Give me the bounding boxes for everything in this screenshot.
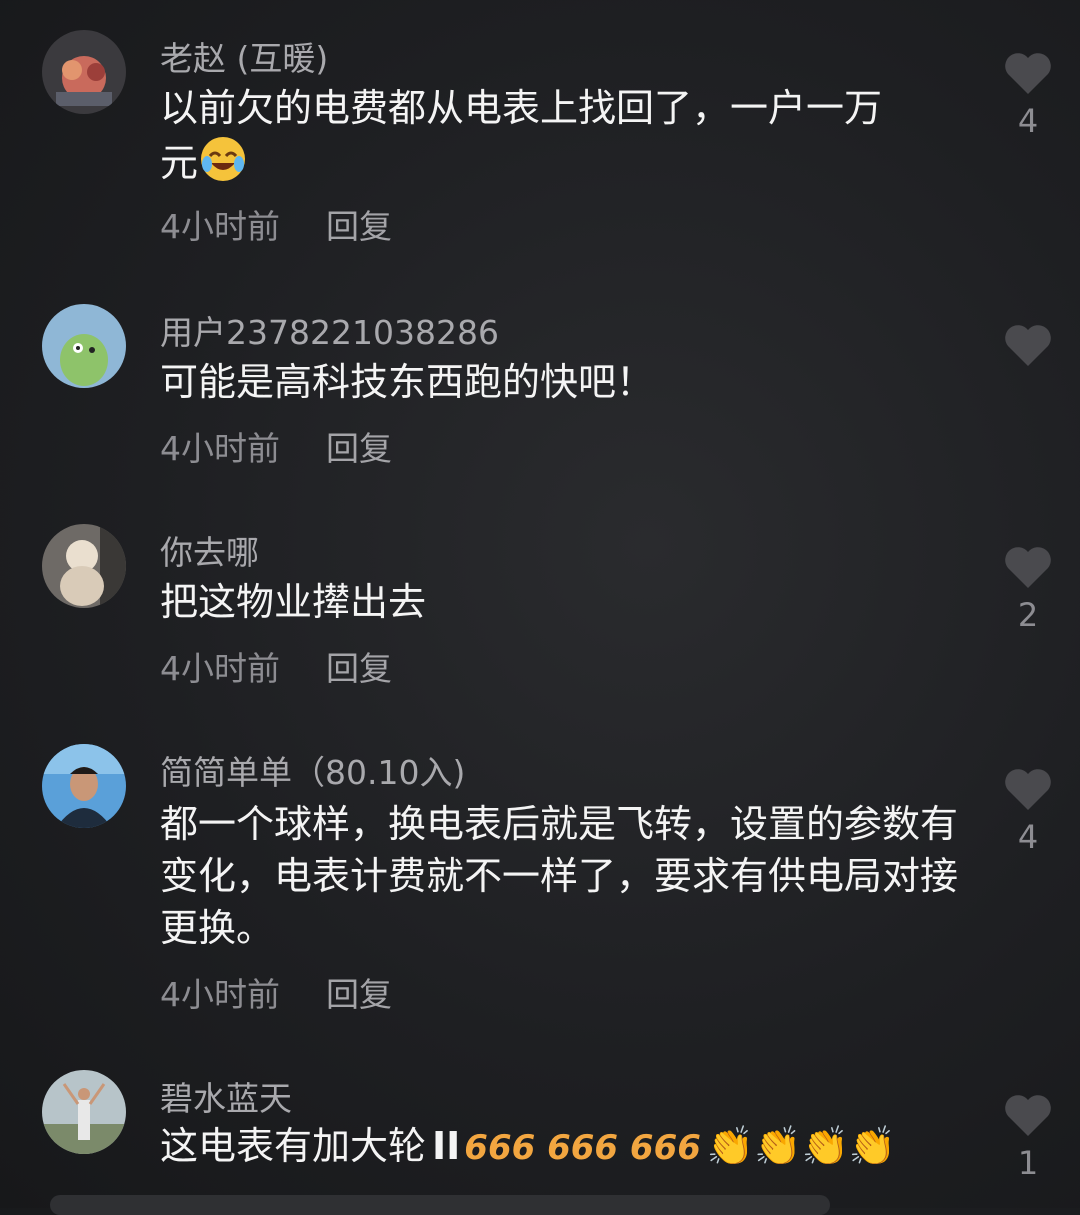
comment-time: 4小时前 — [160, 975, 280, 1014]
avatar[interactable] — [42, 30, 126, 114]
avatar[interactable] — [42, 304, 126, 388]
comment-text: 把这物业撵出去 — [160, 580, 427, 624]
comment-time: 4小时前 — [160, 649, 280, 688]
like-count: 1 — [1017, 1144, 1039, 1182]
avatar[interactable] — [42, 744, 126, 828]
comment-time: 4小时前 — [160, 429, 280, 468]
comment-meta: 4小时前 回复 — [160, 422, 392, 470]
clapping-hands-icon: 👏👏👏👏 — [706, 1124, 897, 1168]
heart-icon — [1005, 53, 1051, 94]
like-count: 4 — [1017, 102, 1039, 140]
comment-meta: 4小时前 回复 — [160, 642, 392, 690]
comment-text: 都一个球样，换电表后就是飞转，设置的参数有变化，电表计费就不一样了，要求有供电局… — [160, 802, 959, 950]
avatar[interactable] — [42, 524, 126, 608]
like-button[interactable]: 4 — [1000, 50, 1056, 140]
comment-time: 4小时前 — [160, 207, 280, 246]
comment-username[interactable]: 用户2378221038286 — [160, 306, 499, 354]
heart-icon — [1005, 325, 1051, 366]
comment-text: 可能是高科技东西跑的快吧！ — [160, 360, 655, 404]
reply-button[interactable]: 回复 — [326, 975, 392, 1014]
like-button[interactable]: 4 — [1000, 766, 1056, 856]
comment-username[interactable]: 老赵 (互暖) — [160, 32, 328, 80]
reply-button[interactable]: 回复 — [326, 429, 392, 468]
comment-username[interactable]: 碧水蓝天 — [160, 1072, 292, 1120]
like-count: 2 — [1017, 596, 1039, 634]
six-six-six-emoji: 666 666 666 — [464, 1128, 701, 1168]
laughing-crying-emoji-icon — [198, 134, 248, 197]
comment-text: 以前欠的电费都从电表上找回了，一户一万 元 — [160, 82, 960, 197]
heart-icon — [1005, 547, 1051, 588]
like-count: 4 — [1017, 818, 1039, 856]
avatar[interactable] — [42, 1070, 126, 1154]
comment-text: 这电表有加大轮 II 666 666 666 👏👏👏👏 — [160, 1124, 897, 1168]
input-bar[interactable] — [50, 1195, 830, 1215]
heart-icon — [1005, 769, 1051, 810]
pause-glyph: II — [432, 1124, 461, 1168]
like-button[interactable]: 2 — [1000, 544, 1056, 634]
like-button[interactable] — [1000, 322, 1056, 374]
like-button[interactable]: 1 — [1000, 1092, 1056, 1182]
comment-meta: 4小时前 回复 — [160, 968, 392, 1016]
reply-button[interactable]: 回复 — [326, 649, 392, 688]
heart-icon — [1005, 1095, 1051, 1136]
comment-username[interactable]: 你去哪 — [160, 526, 259, 574]
comment-meta: 4小时前 回复 — [160, 200, 392, 248]
reply-button[interactable]: 回复 — [326, 207, 392, 246]
comment-username[interactable]: 简简单单（80.10入) — [160, 746, 465, 794]
